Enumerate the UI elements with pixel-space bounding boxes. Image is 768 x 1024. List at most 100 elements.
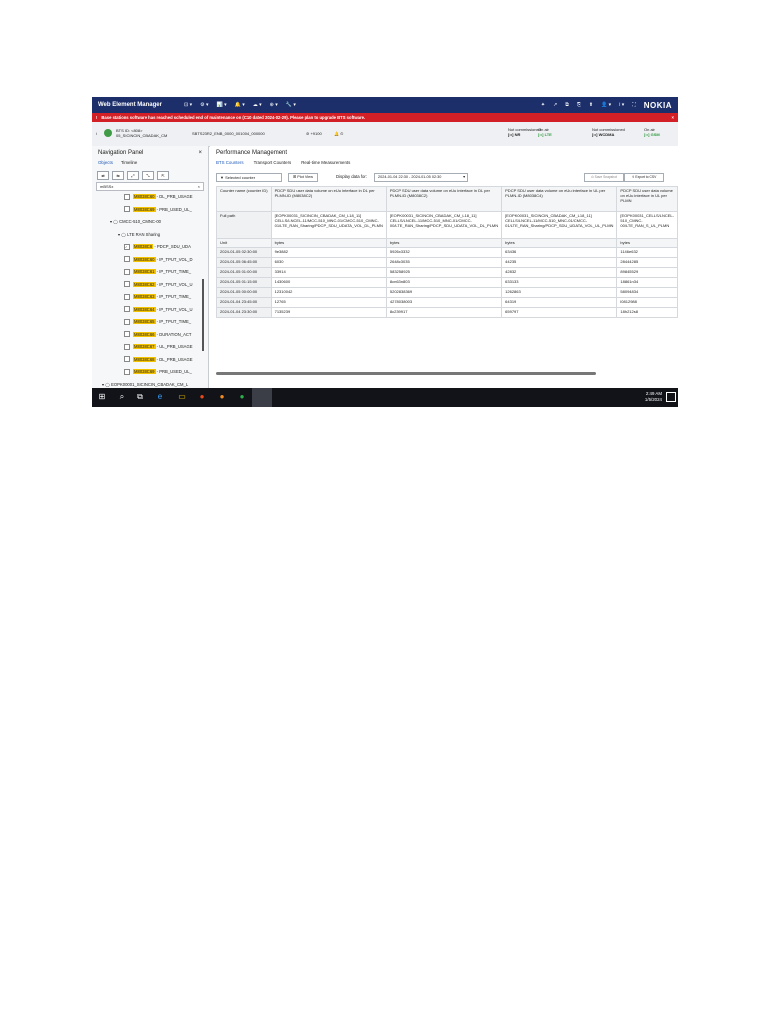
bell-icon[interactable]: 🔔 ⊙ <box>334 131 343 136</box>
tree-item[interactable]: M8038C67 - UL_PRB_USAGE <box>124 342 193 351</box>
tree-item[interactable]: M8038C60 - DL_PRB_USAGE <box>124 192 193 201</box>
tree-item[interactable]: M8038C69 - PRB_USED_UL_ <box>124 205 192 214</box>
tree-checkbox[interactable] <box>124 343 130 350</box>
system-clock[interactable]: 2:49 AM 1/5/2024 <box>645 391 662 403</box>
toolbar-icon-0[interactable]: ✦ <box>541 102 545 108</box>
plot-view-button[interactable]: ⊞ Plot View <box>288 173 318 182</box>
row-label-cell: Full path <box>216 211 272 239</box>
tree-item[interactable]: ▾ ◯ LTE RAN Sharing <box>118 230 160 239</box>
tree-item[interactable]: ▾ ◯ CMCC-510_CMNC-00 <box>110 217 161 226</box>
taskbar-icon-1[interactable]: ⌕ <box>116 391 128 403</box>
top-menu-6[interactable]: 🔧 ▾ <box>286 102 296 108</box>
tree-checkbox[interactable] <box>124 368 130 375</box>
taskbar-icon-2[interactable]: ⧉ <box>134 391 146 403</box>
nav-search-input[interactable]: mBSSx × <box>96 182 204 191</box>
taskbar-icon-6[interactable]: ● <box>216 391 228 403</box>
alarm-counter[interactable]: ⊘ +9100 <box>306 131 322 136</box>
taskbar-icon-7[interactable]: ● <box>236 391 248 403</box>
counter-id-highlight: M8038C62 <box>133 281 156 287</box>
toolbar-icon-7[interactable]: ⛶ <box>632 102 636 108</box>
tech-status-2: Not commissioned [••] WCDMA <box>592 127 625 137</box>
tab-timeline[interactable]: Timeline <box>121 160 137 165</box>
tree-item[interactable]: M8038C68 - DL_PRB_USAGE <box>124 355 193 364</box>
tree-checkbox[interactable] <box>124 268 130 275</box>
tree-item[interactable]: M8038C65 - IP_TPUT_TIME_ <box>124 317 191 326</box>
tree-item[interactable]: M8038C66 - DURATION_ACT <box>124 330 191 339</box>
tree-item-label: ▾ ◯ EOPK00001_SICINCIN_CBADAK_CM_L <box>102 381 189 387</box>
tree-checkbox[interactable] <box>124 193 130 200</box>
table-row: 2024-01-05 02:30:00 9e3882 5926x3332 63436 1… <box>216 247 678 258</box>
tree-checkbox[interactable] <box>124 331 130 338</box>
tree-checkbox[interactable]: ✓ <box>124 243 130 250</box>
table-row: 2024-01-05 00:00:00 12310042 5202838369 126… <box>216 287 678 298</box>
nav-scrollbar[interactable] <box>202 279 204 351</box>
nav-tool-4-icon[interactable]: ⇱ <box>157 171 169 180</box>
taskbar-icon-3[interactable]: e <box>154 391 166 403</box>
tree-item[interactable]: M8038C62 - IP_TPUT_VOL_U <box>124 280 193 289</box>
tree-item[interactable]: ✓ M8038C6 - PDCP_SDU_UDA <box>124 242 191 251</box>
top-menu-3[interactable]: 🔔 ▾ <box>235 102 245 108</box>
top-menu-4[interactable]: ☁ ▾ <box>253 102 262 108</box>
selected-counter-dropdown[interactable]: ▼ Selected counter <box>216 173 282 182</box>
tab-realtime-measurements[interactable]: Real-time Measurements <box>301 160 350 165</box>
nav-tool-2-icon[interactable]: ⤢ <box>127 171 139 180</box>
performance-panel: Performance Management BTS Counters Tran… <box>210 146 678 388</box>
tree-checkbox[interactable] <box>124 306 130 313</box>
tree-checkbox[interactable] <box>124 256 130 263</box>
info-icon[interactable]: i <box>96 131 97 136</box>
table-cell: [EOPK00031_CELLS/LNCEL-510_CMNC-00/LTE_R… <box>616 211 678 239</box>
save-snapshot-button[interactable]: ⊙ Save Snapshot <box>584 173 624 182</box>
toolbar-icon-3[interactable]: ⎘ <box>577 102 581 108</box>
date-range-select[interactable]: 2024-01-04 22:30 - 2024-01-05 02:30 ▾ <box>374 173 468 182</box>
nav-tool-1-icon[interactable]: ⇆ <box>112 171 124 180</box>
nav-tool-0-icon[interactable]: ⇄ <box>97 171 109 180</box>
tree-checkbox[interactable] <box>124 318 130 325</box>
taskbar-icon-0[interactable]: ⊞ <box>96 391 108 403</box>
tree-checkbox[interactable] <box>124 356 130 363</box>
taskbar-icon-5[interactable]: ● <box>196 391 208 403</box>
export-csv-button[interactable]: ⇪ Export to CSV <box>624 173 664 182</box>
tab-transport-counters[interactable]: Transport Counters <box>254 160 292 165</box>
tree-checkbox[interactable] <box>124 206 130 213</box>
tree-item[interactable]: M8038C64 - IP_TPUT_VOL_U <box>124 305 193 314</box>
notification-icon[interactable] <box>666 392 676 402</box>
toolbar-icon-4[interactable]: ⬆ <box>589 102 593 108</box>
row-label-cell: 2024-01-05 01:15:00 <box>216 277 272 288</box>
table-cell: 64319 <box>501 297 618 308</box>
tab-objects[interactable]: Objects <box>98 160 113 165</box>
clear-search-icon[interactable]: × <box>198 183 200 190</box>
tree-checkbox[interactable] <box>124 293 130 300</box>
display-data-label: Display data for: <box>336 174 368 179</box>
top-menu-bar: ⊡ ▾ ⚙ ▾ 📊 ▾ 🔔 ▾ ☁ ▾ ⊕ ▾ 🔧 ▾ <box>184 102 296 108</box>
tree-item[interactable]: M8038C69 - PRB_USED_UL_ <box>124 367 192 376</box>
row-label-cell: Counter name (counter ID) <box>216 186 272 212</box>
top-menu-0[interactable]: ⊡ ▾ <box>184 102 192 108</box>
top-menu-5[interactable]: ⊕ ▾ <box>270 102 278 108</box>
table-cell: 1262863 <box>501 287 618 298</box>
tree-item[interactable]: M8038C60 - IP_TPUT_VOL_D <box>124 255 193 264</box>
tab-bts-counters[interactable]: BTS Counters <box>216 160 244 165</box>
close-alert-icon[interactable]: × <box>672 115 674 120</box>
tree-checkbox[interactable] <box>124 281 130 288</box>
tech-status-1: On air [••] LTE <box>538 127 552 137</box>
close-nav-icon[interactable]: × <box>198 150 202 156</box>
table-cell: 633133 <box>501 277 618 288</box>
table-cell: 5202838369 <box>385 287 503 298</box>
taskbar-icon-4[interactable]: ▭ <box>176 391 188 403</box>
toolbar-icon-1[interactable]: ↗ <box>553 102 557 108</box>
tech-status-0: Not commissioned [••] NR <box>508 127 541 137</box>
toolbar-icon-2[interactable]: ⧉ <box>565 102 569 108</box>
table-horizontal-scrollbar[interactable] <box>216 372 596 375</box>
tree-item[interactable]: M8038C63 - IP_TPUT_TIME_ <box>124 292 191 301</box>
tree-item[interactable]: M8038C61 - IP_TPUT_TIME_ <box>124 267 191 276</box>
table-cell: bytes <box>616 238 678 248</box>
top-menu-1[interactable]: ⚙ ▾ <box>200 102 208 108</box>
row-label-cell: 2024-01-04 23:45:00 <box>216 297 272 308</box>
toolbar-icon-6[interactable]: i ▾ <box>619 102 624 108</box>
top-menu-2[interactable]: 📊 ▾ <box>216 102 226 108</box>
counter-id-highlight: M8038C69 <box>133 206 156 212</box>
nav-tool-3-icon[interactable]: ⤡ <box>142 171 154 180</box>
nav-search-value: mBSSx <box>100 184 114 189</box>
table-cell: 8cn63n803 <box>385 277 503 288</box>
toolbar-icon-5[interactable]: 👤 ▾ <box>601 102 611 108</box>
